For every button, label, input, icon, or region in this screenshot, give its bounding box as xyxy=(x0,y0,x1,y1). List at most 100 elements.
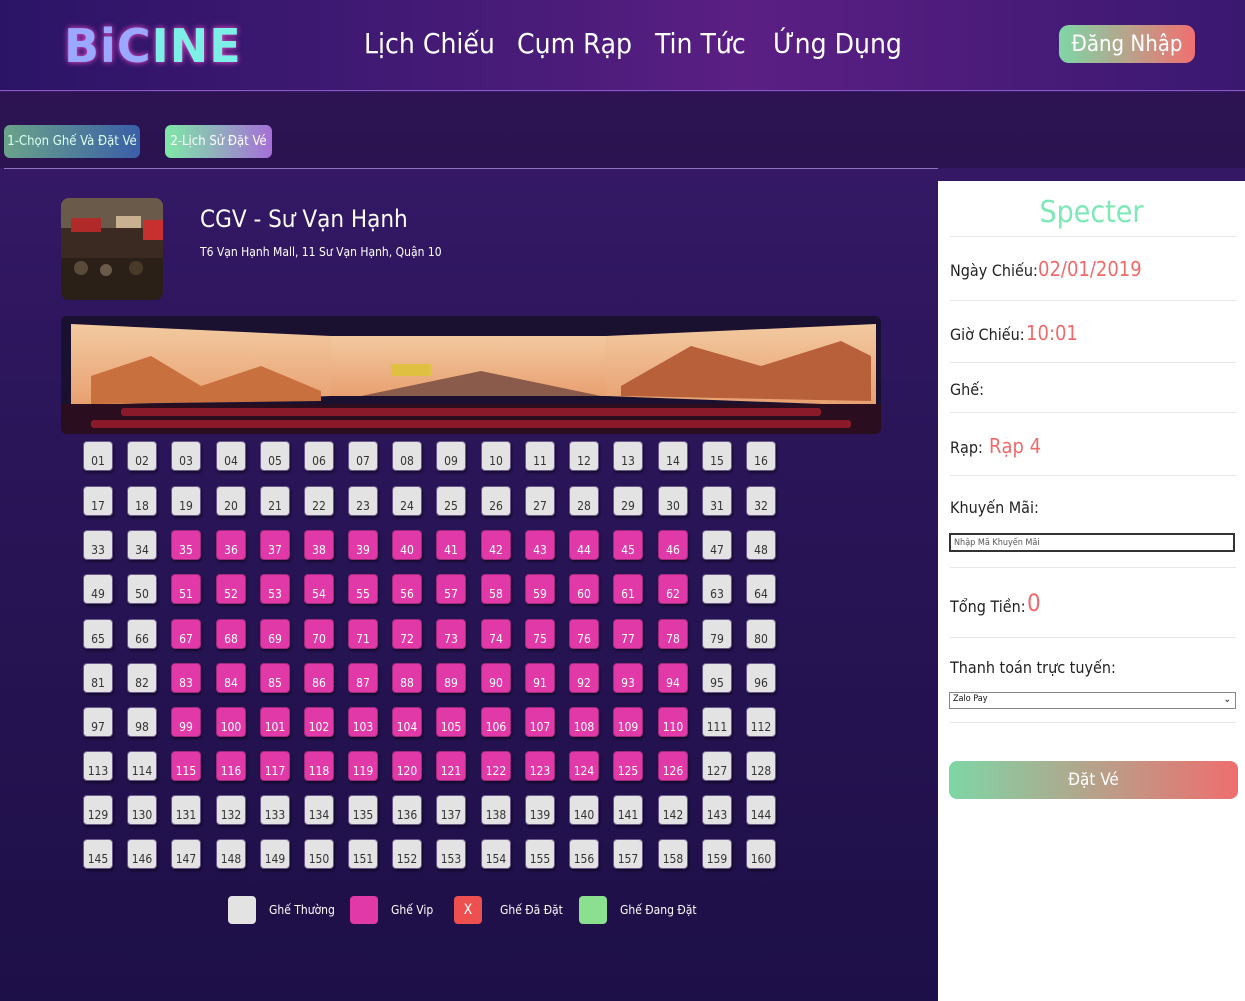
seat-93[interactable]: 93 xyxy=(613,663,643,693)
seat-100[interactable]: 100 xyxy=(216,707,246,737)
seat-128[interactable]: 128 xyxy=(746,751,776,781)
seat-99[interactable]: 99 xyxy=(171,707,201,737)
seat-137[interactable]: 137 xyxy=(436,795,466,825)
seat-73[interactable]: 73 xyxy=(436,619,466,649)
seat-112[interactable]: 112 xyxy=(746,707,776,737)
seat-143[interactable]: 143 xyxy=(702,795,732,825)
seat-149[interactable]: 149 xyxy=(260,839,290,869)
seat-152[interactable]: 152 xyxy=(392,839,422,869)
seat-35[interactable]: 35 xyxy=(171,530,201,560)
seat-28[interactable]: 28 xyxy=(569,486,599,516)
seat-43[interactable]: 43 xyxy=(525,530,555,560)
seat-25[interactable]: 25 xyxy=(436,486,466,516)
seat-16[interactable]: 16 xyxy=(746,441,776,471)
seat-97[interactable]: 97 xyxy=(83,707,113,737)
seat-05[interactable]: 05 xyxy=(260,441,290,471)
seat-71[interactable]: 71 xyxy=(348,619,378,649)
tab-choose-seat[interactable]: 1-Chọn Ghế Và Đặt Vé xyxy=(4,125,140,158)
seat-98[interactable]: 98 xyxy=(127,707,157,737)
seat-44[interactable]: 44 xyxy=(569,530,599,560)
seat-91[interactable]: 91 xyxy=(525,663,555,693)
seat-63[interactable]: 63 xyxy=(702,574,732,604)
seat-20[interactable]: 20 xyxy=(216,486,246,516)
seat-131[interactable]: 131 xyxy=(171,795,201,825)
seat-07[interactable]: 07 xyxy=(348,441,378,471)
seat-58[interactable]: 58 xyxy=(481,574,511,604)
seat-52[interactable]: 52 xyxy=(216,574,246,604)
seat-06[interactable]: 06 xyxy=(304,441,334,471)
seat-24[interactable]: 24 xyxy=(392,486,422,516)
seat-85[interactable]: 85 xyxy=(260,663,290,693)
seat-66[interactable]: 66 xyxy=(127,619,157,649)
seat-74[interactable]: 74 xyxy=(481,619,511,649)
seat-125[interactable]: 125 xyxy=(613,751,643,781)
seat-77[interactable]: 77 xyxy=(613,619,643,649)
seat-03[interactable]: 03 xyxy=(171,441,201,471)
seat-14[interactable]: 14 xyxy=(658,441,688,471)
seat-139[interactable]: 139 xyxy=(525,795,555,825)
seat-150[interactable]: 150 xyxy=(304,839,334,869)
seat-118[interactable]: 118 xyxy=(304,751,334,781)
seat-89[interactable]: 89 xyxy=(436,663,466,693)
seat-92[interactable]: 92 xyxy=(569,663,599,693)
seat-48[interactable]: 48 xyxy=(746,530,776,560)
seat-155[interactable]: 155 xyxy=(525,839,555,869)
seat-61[interactable]: 61 xyxy=(613,574,643,604)
seat-144[interactable]: 144 xyxy=(746,795,776,825)
nav-ung-dung[interactable]: Ứng Dụng xyxy=(773,24,902,64)
seat-109[interactable]: 109 xyxy=(613,707,643,737)
seat-11[interactable]: 11 xyxy=(525,441,555,471)
seat-55[interactable]: 55 xyxy=(348,574,378,604)
seat-21[interactable]: 21 xyxy=(260,486,290,516)
bicine-logo[interactable]: BiCINE xyxy=(64,20,242,72)
seat-13[interactable]: 13 xyxy=(613,441,643,471)
seat-127[interactable]: 127 xyxy=(702,751,732,781)
seat-04[interactable]: 04 xyxy=(216,441,246,471)
seat-138[interactable]: 138 xyxy=(481,795,511,825)
seat-116[interactable]: 116 xyxy=(216,751,246,781)
seat-141[interactable]: 141 xyxy=(613,795,643,825)
book-ticket-button[interactable]: Đặt Vé xyxy=(949,761,1238,799)
seat-108[interactable]: 108 xyxy=(569,707,599,737)
seat-26[interactable]: 26 xyxy=(481,486,511,516)
seat-51[interactable]: 51 xyxy=(171,574,201,604)
seat-09[interactable]: 09 xyxy=(436,441,466,471)
seat-80[interactable]: 80 xyxy=(746,619,776,649)
seat-145[interactable]: 145 xyxy=(83,839,113,869)
seat-41[interactable]: 41 xyxy=(436,530,466,560)
seat-110[interactable]: 110 xyxy=(658,707,688,737)
seat-151[interactable]: 151 xyxy=(348,839,378,869)
seat-33[interactable]: 33 xyxy=(83,530,113,560)
seat-29[interactable]: 29 xyxy=(613,486,643,516)
seat-160[interactable]: 160 xyxy=(746,839,776,869)
seat-62[interactable]: 62 xyxy=(658,574,688,604)
seat-31[interactable]: 31 xyxy=(702,486,732,516)
seat-88[interactable]: 88 xyxy=(392,663,422,693)
seat-36[interactable]: 36 xyxy=(216,530,246,560)
seat-107[interactable]: 107 xyxy=(525,707,555,737)
seat-115[interactable]: 115 xyxy=(171,751,201,781)
seat-30[interactable]: 30 xyxy=(658,486,688,516)
seat-142[interactable]: 142 xyxy=(658,795,688,825)
seat-42[interactable]: 42 xyxy=(481,530,511,560)
seat-159[interactable]: 159 xyxy=(702,839,732,869)
nav-cum-rap[interactable]: Cụm Rạp xyxy=(517,24,632,64)
tab-booking-history[interactable]: 2-Lịch Sử Đặt Vé xyxy=(165,125,272,158)
seat-54[interactable]: 54 xyxy=(304,574,334,604)
payment-method-select[interactable]: Zalo Pay ⌄ xyxy=(949,692,1236,709)
seat-56[interactable]: 56 xyxy=(392,574,422,604)
seat-135[interactable]: 135 xyxy=(348,795,378,825)
seat-126[interactable]: 126 xyxy=(658,751,688,781)
seat-132[interactable]: 132 xyxy=(216,795,246,825)
seat-102[interactable]: 102 xyxy=(304,707,334,737)
seat-34[interactable]: 34 xyxy=(127,530,157,560)
seat-70[interactable]: 70 xyxy=(304,619,334,649)
seat-94[interactable]: 94 xyxy=(658,663,688,693)
seat-101[interactable]: 101 xyxy=(260,707,290,737)
nav-lich-chieu[interactable]: Lịch Chiếu xyxy=(364,24,495,64)
seat-49[interactable]: 49 xyxy=(83,574,113,604)
seat-133[interactable]: 133 xyxy=(260,795,290,825)
seat-81[interactable]: 81 xyxy=(83,663,113,693)
seat-104[interactable]: 104 xyxy=(392,707,422,737)
seat-79[interactable]: 79 xyxy=(702,619,732,649)
